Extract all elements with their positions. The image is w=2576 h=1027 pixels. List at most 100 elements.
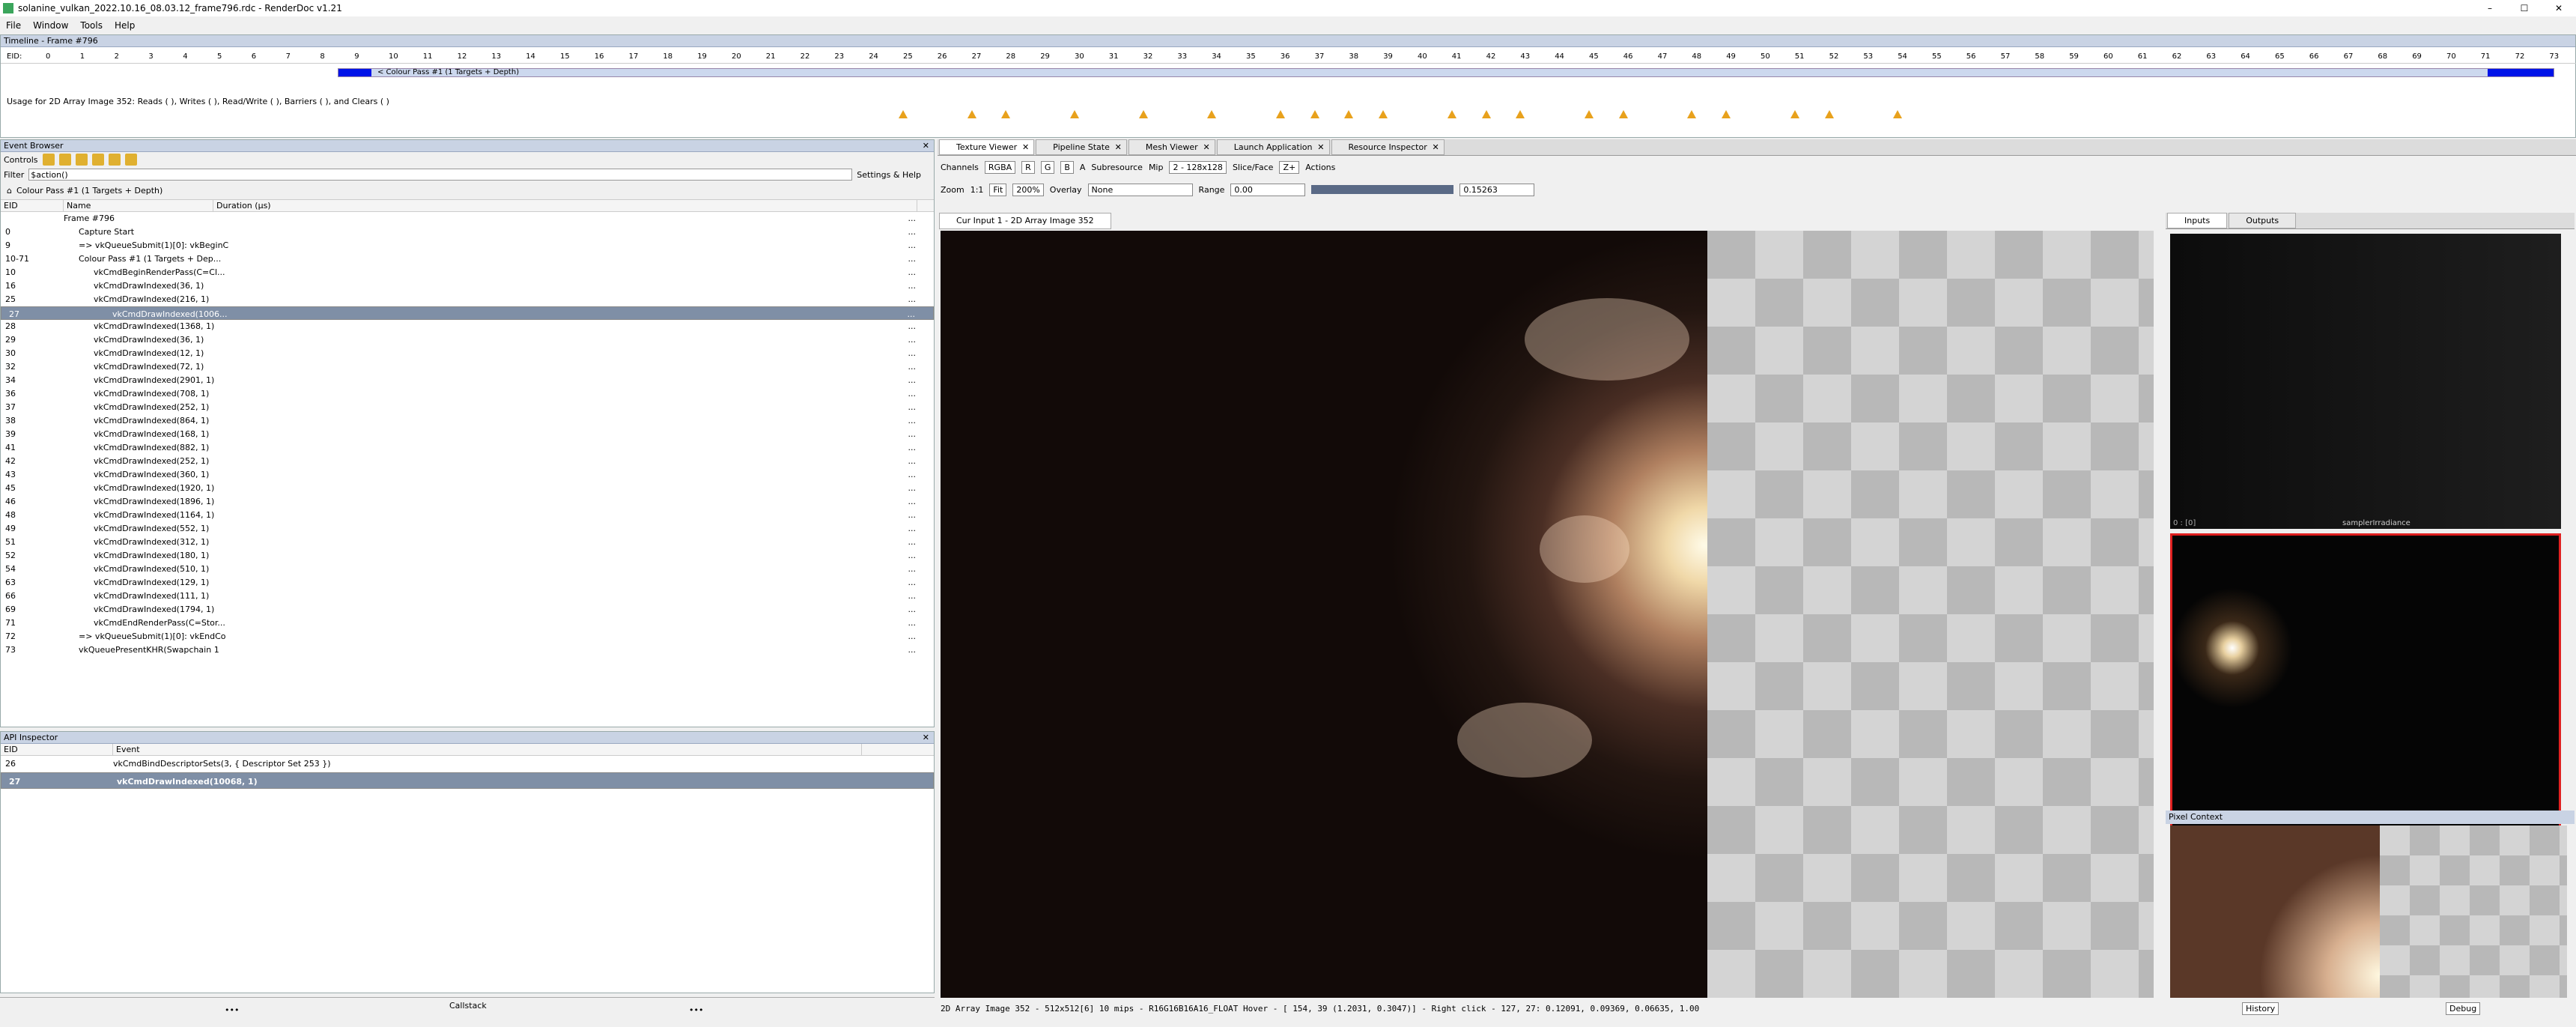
col-eid[interactable]: EID (1, 200, 64, 211)
timeline-tick[interactable]: 26 (938, 52, 947, 61)
timeline-tick[interactable]: 35 (1246, 52, 1256, 61)
event-row[interactable]: 51 vkCmdDrawIndexed(312, 1)... (1, 536, 934, 549)
breadcrumb-item[interactable]: Colour Pass #1 (1 Targets + Depth) (16, 186, 162, 196)
timeline-tick[interactable]: 43 (1520, 52, 1530, 61)
event-row[interactable]: Frame #796... (1, 212, 934, 225)
event-row[interactable]: 16 vkCmdDrawIndexed(36, 1)... (1, 279, 934, 293)
fit-button[interactable]: Fit (989, 183, 1007, 196)
event-row[interactable]: 66 vkCmdDrawIndexed(111, 1)... (1, 590, 934, 603)
timeline-tick[interactable]: 72 (2515, 52, 2525, 61)
timeline-tick[interactable]: 34 (1212, 52, 1221, 61)
image-tab[interactable]: Cur Input 1 - 2D Array Image 352 (939, 213, 1111, 229)
timeline-tick[interactable]: 61 (2138, 52, 2148, 61)
close-icon[interactable]: ✕ (923, 732, 929, 744)
timeline-tick[interactable]: 40 (1418, 52, 1427, 61)
history-button[interactable]: History (2242, 1002, 2279, 1015)
timeline-tick[interactable]: 6 (252, 52, 256, 61)
event-row[interactable]: 27 vkCmdDrawIndexed(1006...... (1, 306, 934, 320)
timeline-tick[interactable]: 69 (2412, 52, 2422, 61)
usage-marker-icon[interactable] (1824, 110, 1834, 118)
forward-icon[interactable] (58, 154, 71, 166)
tab-mesh-viewer[interactable]: Mesh Viewer ✕ (1128, 139, 1215, 155)
tab-pipeline-state[interactable]: Pipeline State ✕ (1036, 139, 1127, 155)
menu-help[interactable]: Help (109, 20, 141, 31)
timeline-tick[interactable]: 70 (2446, 52, 2456, 61)
filter-input[interactable] (28, 169, 853, 181)
timeline-tick[interactable]: 13 (491, 52, 501, 61)
range-max-input[interactable]: 0.15263 (1459, 183, 1535, 196)
channel-g-toggle[interactable]: G (1040, 160, 1055, 174)
timeline-tick[interactable]: 45 (1589, 52, 1599, 61)
timeline-tick[interactable]: 53 (1863, 52, 1873, 61)
slice-select[interactable]: Z+ (1279, 160, 1300, 174)
usage-marker-icon[interactable] (1516, 110, 1525, 118)
settings-icon[interactable] (124, 154, 137, 166)
timeline-tick[interactable]: 23 (834, 52, 844, 61)
event-row[interactable]: 36 vkCmdDrawIndexed(708, 1)... (1, 387, 934, 401)
timeline-tick[interactable]: 9 (354, 52, 359, 61)
event-row[interactable]: 34 vkCmdDrawIndexed(2901, 1)... (1, 374, 934, 387)
timeline-tick[interactable]: 22 (801, 52, 810, 61)
timeline-tick[interactable]: 27 (972, 52, 982, 61)
event-row[interactable]: 41 vkCmdDrawIndexed(882, 1)... (1, 441, 934, 455)
timeline-tick[interactable]: 41 (1452, 52, 1462, 61)
input-thumbnail-selected[interactable] (2170, 533, 2561, 828)
texture-image[interactable] (941, 231, 1707, 998)
channel-r-toggle[interactable]: R (1021, 160, 1035, 174)
usage-marker-icon[interactable] (1687, 110, 1697, 118)
timeline-tick[interactable]: 20 (732, 52, 741, 61)
timeline-tick[interactable]: 48 (1692, 52, 1701, 61)
usage-marker-icon[interactable] (1585, 110, 1594, 118)
timeline-tick[interactable]: 14 (526, 52, 535, 61)
timeline-tick[interactable]: 59 (2069, 52, 2079, 61)
usage-marker-icon[interactable] (967, 110, 976, 118)
timeline-tick[interactable]: 65 (2275, 52, 2285, 61)
usage-marker-icon[interactable] (1001, 110, 1011, 118)
event-row[interactable]: 45 vkCmdDrawIndexed(1920, 1)... (1, 482, 934, 495)
timeline-tick[interactable]: 0 (46, 52, 50, 61)
timeline-tick[interactable]: 18 (663, 52, 672, 61)
event-row[interactable]: 43 vkCmdDrawIndexed(360, 1)... (1, 468, 934, 482)
tab-resource-inspector[interactable]: Resource Inspector ✕ (1331, 139, 1445, 155)
timeline-tick[interactable]: 51 (1795, 52, 1805, 61)
api-row[interactable]: 26 vkCmdBindDescriptorSets(3, { Descript… (1, 756, 934, 772)
timeline-tick[interactable]: 42 (1486, 52, 1496, 61)
timeline-tick[interactable]: 30 (1075, 52, 1084, 61)
close-icon[interactable]: ✕ (1203, 140, 1209, 155)
timeline-tick[interactable]: 37 (1315, 52, 1325, 61)
overlay-select[interactable]: None (1087, 183, 1193, 196)
usage-marker-icon[interactable] (1138, 110, 1148, 118)
usage-marker-icon[interactable] (1344, 110, 1354, 118)
event-row[interactable]: 30 vkCmdDrawIndexed(12, 1)... (1, 347, 934, 360)
close-icon[interactable]: ✕ (1115, 140, 1122, 155)
timeline-tick[interactable]: 57 (2001, 52, 2011, 61)
timeline-tick[interactable]: 17 (629, 52, 639, 61)
timeline-tick[interactable]: 56 (1966, 52, 1976, 61)
timeline-tick[interactable]: 29 (1040, 52, 1050, 61)
timeline-tick[interactable]: 11 (423, 52, 433, 61)
col-name[interactable]: Name (64, 200, 213, 211)
usage-marker-icon[interactable] (1310, 110, 1319, 118)
timeline-tick[interactable]: 24 (869, 52, 878, 61)
timeline-tick[interactable]: 5 (217, 52, 222, 61)
timeline-tick[interactable]: 19 (697, 52, 707, 61)
event-row[interactable]: 54 vkCmdDrawIndexed(510, 1)... (1, 563, 934, 576)
menu-tools[interactable]: Tools (74, 20, 109, 31)
range-min-input[interactable]: 0.00 (1230, 183, 1306, 196)
event-row[interactable]: 29 vkCmdDrawIndexed(36, 1)... (1, 333, 934, 347)
usage-marker-icon[interactable] (1790, 110, 1799, 118)
tab-inputs[interactable]: Inputs (2167, 213, 2228, 228)
close-icon[interactable]: ✕ (1022, 140, 1029, 155)
event-row[interactable]: 10-71 Colour Pass #1 (1 Targets + Dep....… (1, 252, 934, 266)
event-row[interactable]: 10 vkCmdBeginRenderPass(C=Cl...... (1, 266, 934, 279)
timeline-tick[interactable]: 3 (148, 52, 153, 61)
event-row[interactable]: 37 vkCmdDrawIndexed(252, 1)... (1, 401, 934, 414)
usage-marker-icon[interactable] (1070, 110, 1079, 118)
settings-help-button[interactable]: Settings & Help (857, 170, 921, 180)
home-icon[interactable]: ⌂ (7, 186, 12, 196)
event-row[interactable]: 42 vkCmdDrawIndexed(252, 1)... (1, 455, 934, 468)
pixel-context-view[interactable] (2170, 825, 2567, 998)
api-col-event[interactable]: Event (113, 744, 862, 755)
event-row[interactable]: 25 vkCmdDrawIndexed(216, 1)... (1, 293, 934, 306)
close-icon[interactable]: ✕ (923, 140, 929, 152)
